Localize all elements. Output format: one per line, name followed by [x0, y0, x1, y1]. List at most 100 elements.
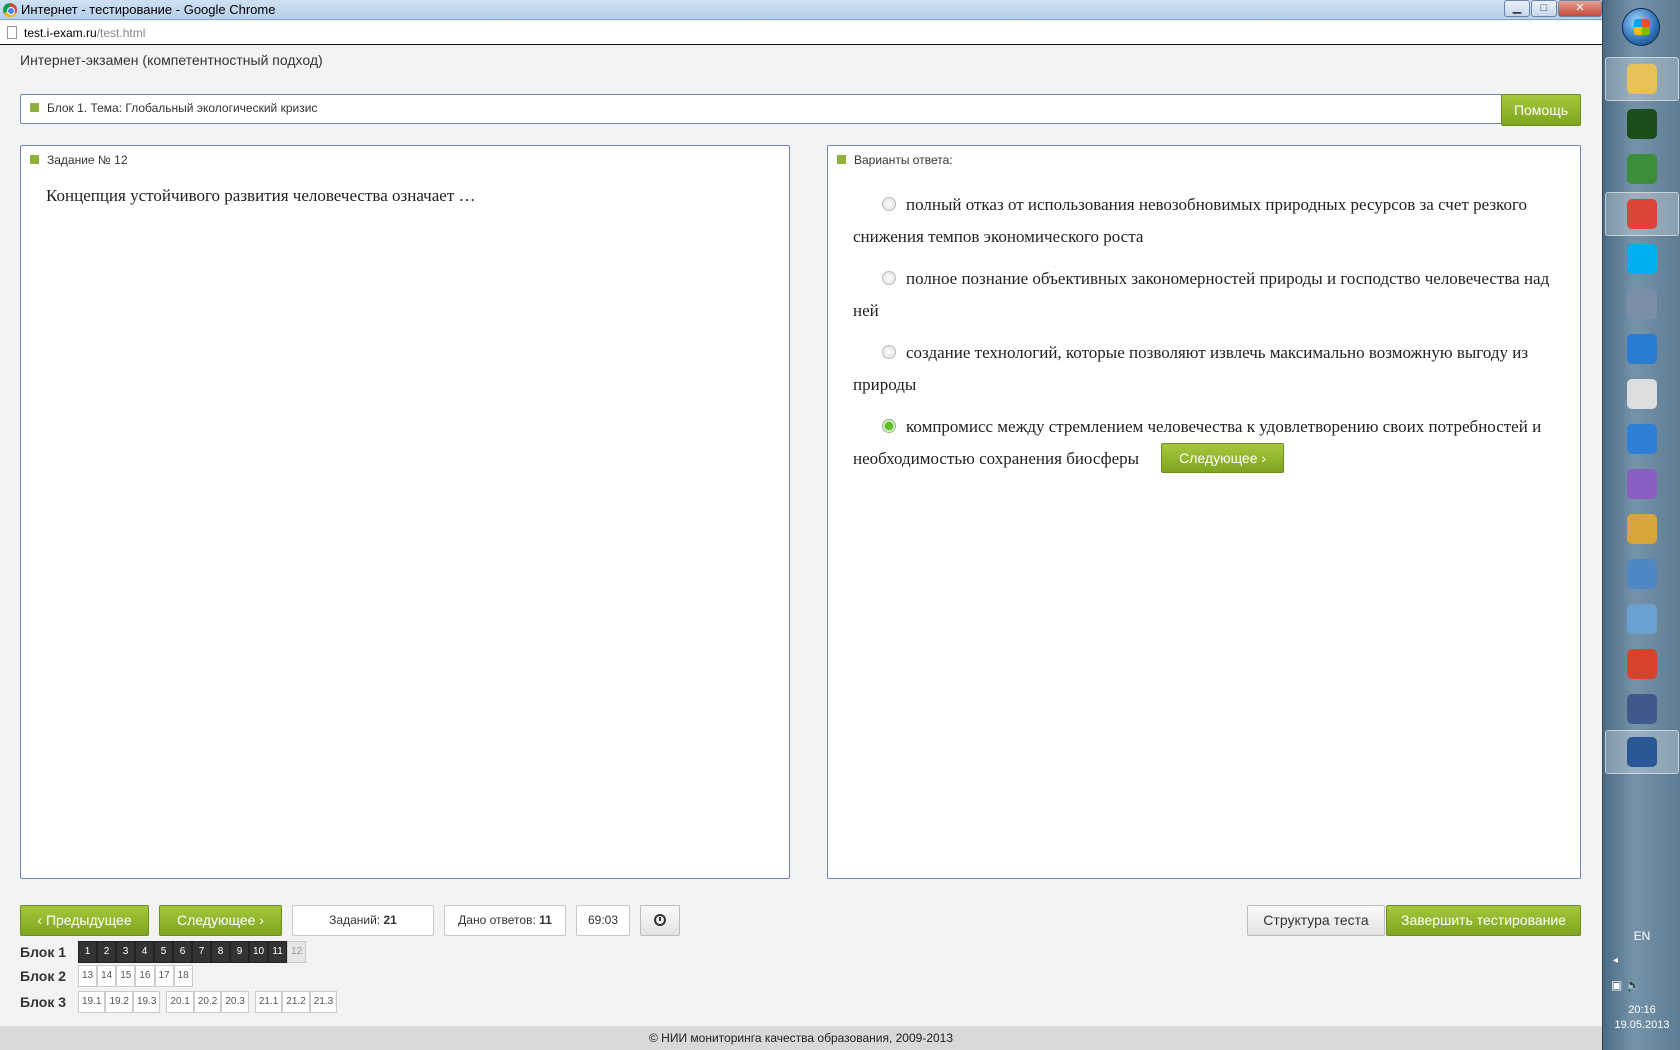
taskbar-item[interactable]	[1605, 642, 1679, 686]
taskbar-item[interactable]	[1605, 597, 1679, 641]
system-clock[interactable]: 20:16 19.05.2013	[1603, 1003, 1680, 1033]
taskbar-item[interactable]	[1605, 687, 1679, 731]
task-cell[interactable]: 4	[135, 941, 154, 963]
finish-test-button[interactable]: Завершить тестирование	[1386, 905, 1581, 936]
previous-button[interactable]: ‹ Предыдущее	[20, 905, 149, 936]
next-button[interactable]: Следующее ›	[159, 905, 282, 936]
test-structure-button[interactable]: Структура теста	[1247, 905, 1385, 936]
help-button[interactable]: Помощь	[1501, 94, 1581, 126]
address-bar[interactable]: test.i-exam.ru/test.html	[0, 21, 1602, 45]
block-cells: 19.1 19.2 19.3 20.1 20.2 20.3 21.1 21.2 21.3	[78, 991, 338, 1013]
chevron-right-icon: ›	[1261, 450, 1267, 466]
task-cell[interactable]: 7	[192, 941, 211, 963]
task-cell[interactable]: 19.3	[132, 991, 161, 1013]
radio-button[interactable]	[882, 197, 896, 211]
square-marker-icon	[30, 155, 39, 164]
word-icon	[1627, 737, 1657, 767]
tasks-count-value: 21	[383, 913, 397, 927]
previous-label: Предыдущее	[45, 912, 132, 928]
answer-text: создание технологий, которые позволяют и…	[853, 343, 1529, 394]
window-title: Интернет - тестирование - Google Chrome	[21, 2, 276, 17]
network-globe-icon	[1627, 154, 1657, 184]
task-cell[interactable]: 20.2	[193, 991, 222, 1013]
task-cell[interactable]: 21.3	[309, 991, 338, 1013]
task-cell[interactable]: 10	[249, 941, 269, 963]
task-cell[interactable]: 9	[230, 941, 249, 963]
taskbar-item[interactable]	[1605, 372, 1679, 416]
taskbar-item[interactable]	[1605, 327, 1679, 371]
url-text[interactable]: test.i-exam.ru/test.html	[24, 26, 145, 40]
task-cell[interactable]: 5	[154, 941, 173, 963]
task-cell[interactable]: 16	[135, 965, 155, 987]
task-cell[interactable]: 14	[97, 965, 117, 987]
volume-icon[interactable]: 🔈	[1626, 978, 1641, 992]
window-title-bar[interactable]: Интернет - тестирование - Google Chrome …	[0, 0, 1602, 20]
task-cell[interactable]: 19.1	[78, 991, 106, 1013]
task-cell[interactable]: 21.2	[282, 991, 310, 1013]
task-cell[interactable]: 20.3	[221, 991, 249, 1013]
radio-button-selected[interactable]	[882, 419, 896, 433]
block-cells: 1 2 3 4 5 6 7 8 9 10 11 12	[78, 941, 307, 963]
answer-option-2[interactable]: полное познание объективных закономернос…	[853, 263, 1563, 327]
taskbar-item[interactable]	[1605, 552, 1679, 596]
clock-time: 20:16	[1628, 1004, 1656, 1016]
page-icon	[7, 26, 17, 39]
taskbar-item[interactable]	[1605, 57, 1679, 101]
block-label: Блок 3	[20, 994, 67, 1010]
task-cell[interactable]: 6	[173, 941, 192, 963]
task-cell[interactable]: 19.2	[105, 991, 133, 1013]
language-indicator[interactable]: EN	[1603, 929, 1680, 943]
chevron-left-icon: ‹	[37, 912, 43, 928]
task-cell[interactable]: 15	[116, 965, 136, 987]
taskbar-item[interactable]	[1605, 462, 1679, 506]
answer-option-4[interactable]: компромисс между стремлением человечеств…	[853, 411, 1563, 475]
url-host: test.i-exam.ru	[24, 26, 97, 40]
task-cell[interactable]: 20.1	[166, 991, 194, 1013]
minimize-button[interactable]: ▁	[1504, 0, 1530, 17]
task-cell[interactable]: 21.1	[254, 991, 283, 1013]
task-cell[interactable]: 17	[154, 965, 174, 987]
maximize-button[interactable]: □	[1531, 0, 1557, 17]
task-cell[interactable]: 1	[78, 941, 97, 963]
footer: © НИИ мониторинга качества образования, …	[0, 1026, 1602, 1050]
network-icon[interactable]: ▣	[1611, 978, 1622, 992]
start-button[interactable]	[1622, 8, 1660, 46]
task-cell[interactable]: 2	[97, 941, 116, 963]
answer-option-1[interactable]: полный отказ от использования невозобнов…	[853, 189, 1563, 253]
tray-icons[interactable]: ▣ 🔈	[1611, 978, 1641, 992]
next-inline-button[interactable]: Следующее ›	[1161, 443, 1285, 473]
tasks-count-label: Заданий:	[329, 913, 381, 927]
radio-button[interactable]	[882, 271, 896, 285]
clock-button[interactable]	[640, 905, 680, 936]
tray-expand-icon[interactable]: ◂	[1613, 955, 1618, 966]
answer-option-3[interactable]: создание технологий, которые позволяют и…	[853, 337, 1563, 401]
next-inline-label: Следующее	[1179, 450, 1258, 466]
ccleaner-icon	[1627, 649, 1657, 679]
taskbar-item[interactable]	[1605, 102, 1679, 146]
chrome-logo-icon	[3, 3, 17, 17]
lightning-app-icon	[1627, 334, 1657, 364]
square-marker-icon	[837, 155, 846, 164]
taskbar-item[interactable]	[1605, 147, 1679, 191]
taskbar-item[interactable]	[1605, 192, 1679, 236]
exam-header: Интернет-экзамен (компетентностный подхо…	[20, 52, 323, 68]
taskbar-item[interactable]	[1605, 730, 1679, 774]
fox-app-icon	[1627, 379, 1657, 409]
task-cell[interactable]: 12	[287, 941, 307, 963]
task-cell[interactable]: 13	[78, 965, 98, 987]
task-cell[interactable]: 8	[211, 941, 230, 963]
taskbar-item[interactable]	[1605, 282, 1679, 326]
taskbar-item[interactable]	[1605, 417, 1679, 461]
answers-count-label: Дано ответов:	[458, 913, 536, 927]
taskbar-item[interactable]	[1605, 237, 1679, 281]
skype-icon	[1627, 244, 1657, 274]
answer-text: полное познание объективных закономернос…	[853, 269, 1550, 320]
close-button[interactable]: ✕	[1558, 0, 1602, 17]
monitor-shield-icon	[1627, 559, 1657, 589]
radio-button[interactable]	[882, 345, 896, 359]
task-cell[interactable]: 3	[116, 941, 135, 963]
tasks-count: Заданий: 21	[292, 905, 434, 936]
taskbar-item[interactable]	[1605, 507, 1679, 551]
task-cell[interactable]: 11	[268, 941, 288, 963]
task-cell[interactable]: 18	[173, 965, 193, 987]
